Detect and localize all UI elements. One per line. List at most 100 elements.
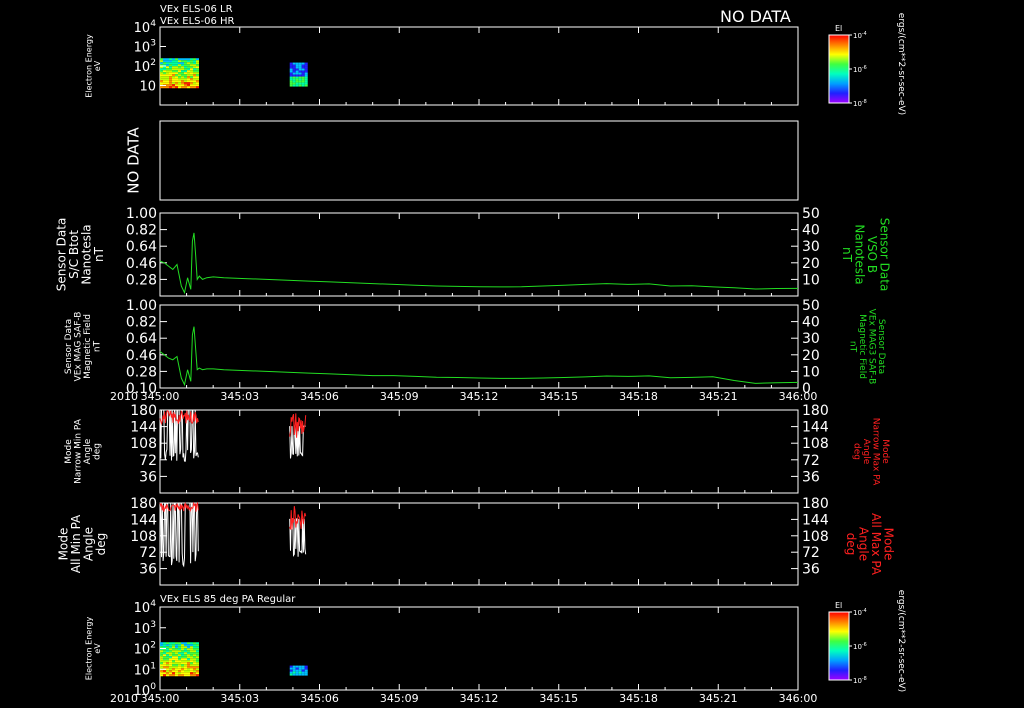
spectrogram-cell [160,652,163,655]
spectrogram-cell [166,74,169,77]
spectrogram-cell [184,82,187,85]
x-tick-label: 346:00 [779,692,818,705]
spectrogram-cell [160,660,163,663]
spectrogram-cell [175,660,178,663]
panel5-y2label-line: deg [852,443,862,460]
panel6-y2tick-label: 36 [802,562,820,578]
spectrogram-cell [175,74,178,77]
spectrogram-cell [193,654,196,657]
y-tick-label: 103 [134,39,157,56]
spectrogram-cell [187,72,190,75]
spectrogram-cell [196,78,199,81]
spectrogram-cell [175,72,178,75]
spectrogram-cell [166,80,169,83]
spectrogram-cell [187,662,190,665]
spectrogram-cell [193,672,196,675]
panel6-y2tick-label: 180 [802,496,829,512]
spectrogram-cell [175,670,178,673]
spectrogram-cell [196,652,199,655]
spectrogram-cell [172,64,175,67]
spectrogram-cell [178,646,181,649]
spectrogram-cell [184,68,187,71]
spectrogram-cell [190,72,193,75]
spectrogram-cell [169,646,172,649]
spectrogram-cell [301,667,305,670]
spectrogram-cell [178,672,181,675]
spectrogram-cell [181,656,184,659]
spectrogram-cell [193,60,196,63]
spectrogram-cell [193,646,196,649]
spectrogram-cell [169,68,172,71]
spacecraft-summary-plot: VEx ELS-06 LR VEx ELS-06 HR NO DATA 104 1… [0,0,1024,708]
spectrogram-cell [184,642,187,645]
spectrogram-cell [298,667,302,670]
spectrogram-cell [181,84,184,87]
panel5-ytick-label: 36 [139,469,157,485]
spectrogram-cell [292,74,296,77]
spectrogram-cell [160,58,163,61]
spectrogram-cell [193,674,196,677]
spectrogram-cell [163,672,166,675]
spectrogram-cell [178,58,181,61]
spectrogram-cell [298,78,302,81]
spectrogram-cell [196,60,199,63]
x-tick-label: 345:12 [460,390,499,403]
spectrogram-cell [292,84,296,87]
panel4-y2label: Sensor DataVEx MAG3 SAF-BMagnetic Fieldn… [848,309,886,385]
spectrogram-cell [190,662,193,665]
spectrogram-cell [175,58,178,61]
panel6-y2tick-label: 72 [802,545,820,561]
spectrogram-cell [169,662,172,665]
spectrogram-cell [172,82,175,85]
spectrogram-cell [172,656,175,659]
x-tick-label: 345:21 [699,390,738,403]
spectrogram-cell [181,664,184,667]
panel3-y2tick-label: 40 [802,223,820,239]
spectrogram-cell [166,646,169,649]
spectrogram-cell [160,672,163,675]
panel2-frame [159,120,799,201]
x-tick-label: 345:03 [220,390,259,403]
panel4-ytick-label: 0.46 [126,348,157,364]
spectrogram-cell [190,642,193,645]
panel3-y2tick-label: 50 [802,206,820,222]
panel3-ylabel-line: nT [92,246,106,262]
spectrogram-cell [163,662,166,665]
spectrogram-cell [178,76,181,79]
panel4-ytick-label: 0.82 [126,315,157,331]
spectrogram-cell [304,78,308,81]
spectrogram-cell [166,654,169,657]
spectrogram-cell [187,658,190,661]
spectrogram-cell [178,650,181,653]
spectrogram-cell [295,669,299,672]
spectrogram-cell [166,66,169,69]
spectrogram-cell [172,644,175,647]
spectrogram-cell [178,662,181,665]
spectrogram-cell [160,656,163,659]
spectrogram-cell [196,666,199,669]
spectrogram-cell [295,74,299,77]
spectrogram-cell [190,666,193,669]
spectrogram-cell [301,70,305,73]
spectrogram-cell [163,658,166,661]
spectrogram-cell [196,66,199,69]
spectrogram-cell [184,650,187,653]
spectrogram-cell [190,80,193,83]
spectrogram-cell [169,62,172,65]
spectrogram-cell [193,668,196,671]
spectrogram-cell [190,86,193,89]
spectrogram-cell [289,62,293,65]
spectrogram-cell [163,650,166,653]
spectrogram-cell [298,72,302,75]
spectrogram-cell [160,76,163,79]
spectrogram-cell [178,652,181,655]
spectrogram-cell [196,74,199,77]
spectrogram-cell [160,66,163,69]
spectrogram-cell [190,656,193,659]
spectrogram-cell [160,74,163,77]
panel4-y2label-line: nT [848,341,858,353]
spectrogram-cell [175,70,178,73]
spectrogram-cell [289,74,293,77]
spectrogram-cell [178,74,181,77]
spectrogram-cell [169,668,172,671]
